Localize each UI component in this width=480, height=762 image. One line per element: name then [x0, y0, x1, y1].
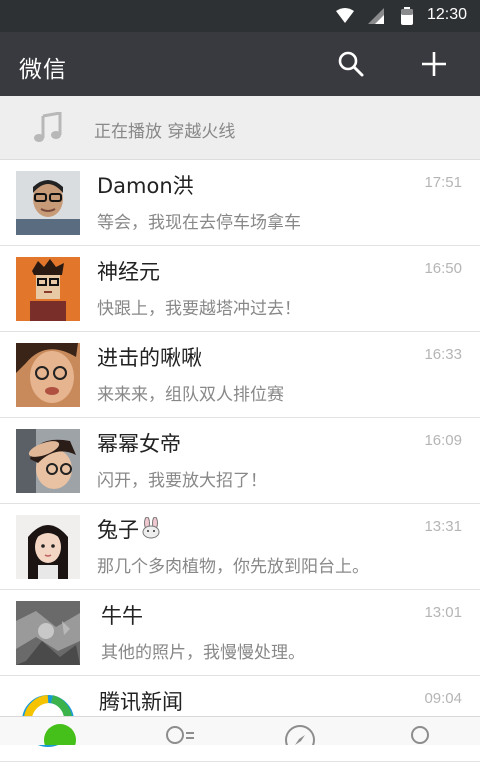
chat-item-tuzi[interactable]: 兔子 那几个多肉植物，你先放到阳台上。 13:31	[0, 504, 480, 590]
tab-me[interactable]	[360, 717, 480, 745]
chat-preview: 来来来，组队双人排位赛	[97, 385, 284, 405]
chat-name: 幂幂女帝	[97, 432, 181, 456]
avatar	[16, 601, 80, 665]
signal-icon	[368, 8, 384, 24]
chat-preview: 那几个多肉植物，你先放到阳台上。	[97, 557, 369, 577]
chat-name: 兔子	[97, 514, 162, 544]
avatar	[16, 515, 80, 579]
person-icon	[411, 726, 429, 744]
chat-bubble-icon	[44, 724, 76, 745]
chat-time: 13:01	[424, 604, 462, 621]
chat-item-mimi[interactable]: 幂幂女帝 闪开，我要放大招了！ 16:09	[0, 418, 480, 504]
chat-preview: 等会，我现在去停车场拿车	[97, 213, 301, 233]
chat-name: 神经元	[97, 260, 160, 284]
tab-discover[interactable]	[240, 717, 360, 745]
rabbit-emoji-icon	[142, 516, 160, 539]
chat-time: 09:04	[424, 690, 462, 707]
chat-item-damon[interactable]: Damon洪 等会，我现在去停车场拿车 17:51	[0, 160, 480, 246]
search-icon	[338, 51, 364, 77]
battery-icon	[401, 7, 413, 25]
chat-item-niuniu[interactable]: 牛牛 其他的照片，我慢慢处理。 13:01	[0, 590, 480, 676]
avatar	[16, 171, 80, 235]
chat-time: 16:33	[424, 346, 462, 363]
page-title: 微信	[19, 57, 67, 83]
tab-contacts[interactable]	[120, 717, 240, 745]
chat-preview: 闪开，我要放大招了！	[97, 471, 267, 491]
plus-icon	[422, 52, 446, 76]
now-playing-text: 正在播放 穿越火线	[94, 122, 236, 142]
chat-name: 牛牛	[101, 604, 143, 628]
bottom-tab-bar	[0, 716, 480, 745]
status-bar: 12:30	[0, 0, 480, 32]
contacts-icon	[166, 726, 194, 744]
tab-chats[interactable]	[0, 717, 120, 745]
wifi-icon	[336, 8, 354, 23]
music-note-icon	[34, 112, 62, 142]
now-playing-bar[interactable]: 正在播放 穿越火线	[0, 96, 480, 160]
add-button[interactable]	[414, 44, 454, 84]
chat-preview: 快跟上，我要越塔冲过去！	[97, 299, 301, 319]
chat-name: 腾讯新闻	[99, 690, 183, 714]
avatar	[16, 429, 80, 493]
search-button[interactable]	[331, 44, 371, 84]
chat-time: 13:31	[424, 518, 462, 535]
compass-icon	[285, 725, 315, 745]
chat-name: Damon洪	[97, 174, 194, 198]
status-time: 12:30	[426, 6, 467, 23]
avatar	[16, 257, 80, 321]
chat-item-shenjingyuan[interactable]: 神经元 快跟上，我要越塔冲过去！ 16:50	[0, 246, 480, 332]
chat-item-jiujiu[interactable]: 进击的啾啾 来来来，组队双人排位赛 16:33	[0, 332, 480, 418]
chat-time: 16:50	[424, 260, 462, 277]
chat-name: 进击的啾啾	[97, 346, 202, 370]
avatar	[16, 343, 80, 407]
app-header: 微信	[0, 32, 480, 96]
chat-time: 17:51	[424, 174, 462, 191]
chat-preview: 其他的照片，我慢慢处理。	[101, 643, 305, 663]
chat-time: 16:09	[424, 432, 462, 449]
